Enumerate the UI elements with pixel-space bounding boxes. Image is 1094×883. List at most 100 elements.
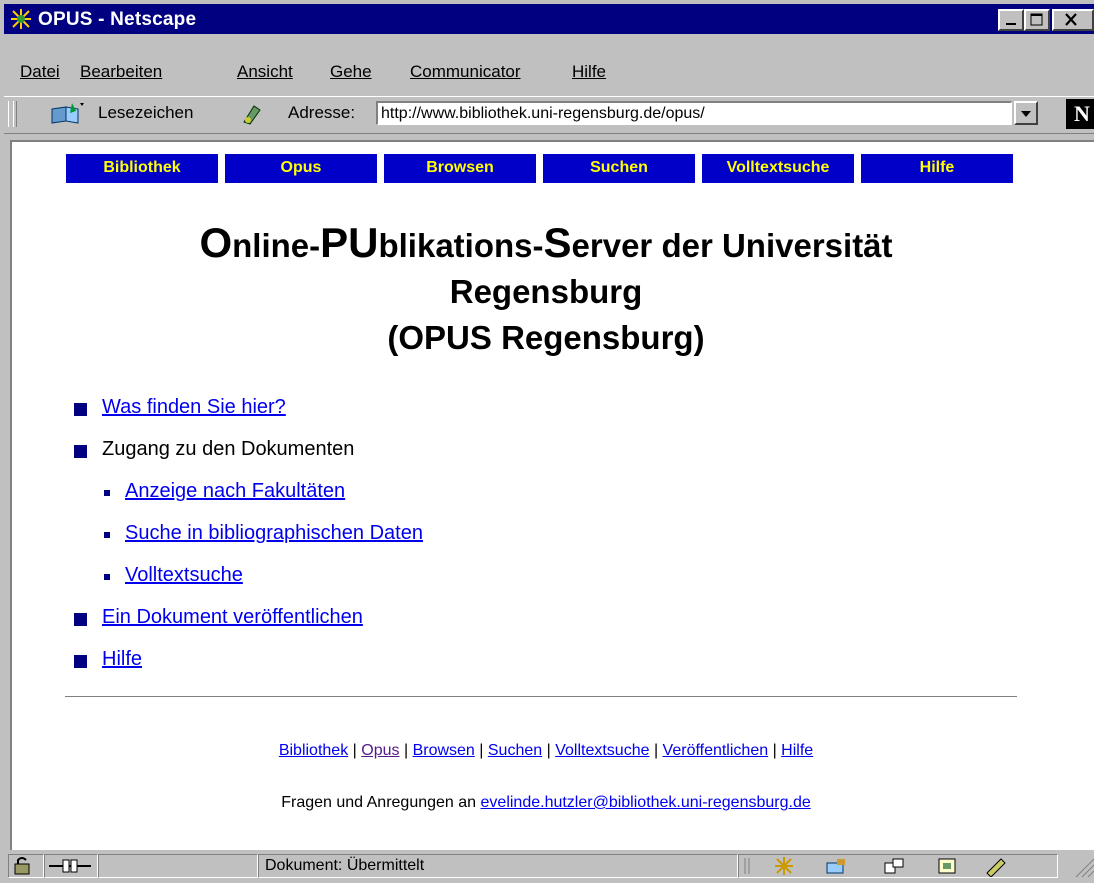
bullet-icon	[74, 445, 87, 458]
url-dropdown-button[interactable]	[1014, 101, 1038, 125]
browser-window: OPUS - Netscape Datei Bearbeiten Ansicht…	[0, 0, 1094, 881]
address-book-icon[interactable]	[938, 858, 956, 874]
list-item: Anzeige nach Fakultäten	[125, 480, 345, 503]
footer-link-opus[interactable]: Opus	[361, 742, 399, 759]
title-bar[interactable]: OPUS - Netscape	[4, 4, 1094, 34]
link-suche-bibliographisch[interactable]: Suche in bibliographischen Daten	[125, 522, 423, 544]
page-title: Online-PUblikations-Server der Universit…	[12, 220, 1080, 361]
menu-datei[interactable]: Datei	[20, 62, 60, 82]
nav-button-hilfe[interactable]: Hilfe	[861, 154, 1013, 183]
menu-label: Communicator	[410, 62, 521, 81]
link-hilfe[interactable]: Hilfe	[102, 648, 142, 670]
netscape-logo[interactable]: N	[1066, 99, 1094, 129]
lock-icon	[14, 857, 30, 875]
list-item: Hilfe	[102, 648, 142, 671]
email-link[interactable]: evelinde.hutzler@bibliothek.uni-regensbu…	[481, 794, 811, 811]
link-was-finden[interactable]: Was finden Sie hier?	[102, 396, 286, 418]
separator: |	[479, 742, 484, 759]
title-part: nline-	[232, 227, 321, 264]
menu-gehe[interactable]: Gehe	[330, 62, 372, 82]
bullet-icon	[104, 532, 110, 538]
bullet-icon	[104, 574, 110, 580]
security-cell[interactable]	[8, 854, 44, 878]
menu-label: Gehe	[330, 62, 372, 81]
nav-button-browsen[interactable]: Browsen	[384, 154, 536, 183]
resize-grip[interactable]	[1060, 854, 1094, 878]
composer-icon[interactable]	[986, 858, 1006, 878]
menu-communicator[interactable]: Communicator	[410, 62, 521, 82]
close-button[interactable]	[1052, 9, 1094, 31]
toolbar-grip[interactable]	[13, 101, 17, 127]
nav-button-volltextsuche[interactable]: Volltextsuche	[702, 154, 854, 183]
netscape-icon	[10, 8, 32, 30]
menu-label: Datei	[20, 62, 60, 81]
footer-link-volltextsuche[interactable]: Volltextsuche	[555, 742, 649, 759]
separator: |	[653, 742, 659, 759]
link-dokument-veroeffentlichen[interactable]: Ein Dokument veröffentlichen	[102, 606, 363, 628]
minimize-button[interactable]	[998, 9, 1024, 31]
chevron-down-icon	[1021, 111, 1031, 117]
separator: |	[403, 742, 409, 759]
divider	[65, 696, 1017, 698]
link-volltextsuche[interactable]: Volltextsuche	[125, 564, 243, 586]
title-line-2: Regensburg	[449, 273, 643, 310]
bullet-icon	[74, 655, 87, 668]
component-bar	[738, 854, 1058, 878]
list-item: Suche in bibliographischen Daten	[125, 522, 423, 545]
footer-link-bibliothek[interactable]: Bibliothek	[279, 742, 348, 759]
status-text: Dokument: Übermittelt	[258, 854, 738, 878]
menu-label: Bearbeiten	[80, 62, 163, 81]
title-part: erver der Universität	[571, 227, 893, 264]
maximize-icon	[1030, 13, 1043, 26]
window-title: OPUS - Netscape	[38, 9, 197, 30]
link-anzeige-fakultaeten[interactable]: Anzeige nach Fakultäten	[125, 480, 345, 502]
maximize-button[interactable]	[1024, 9, 1050, 31]
page-proxy-icon[interactable]	[240, 102, 264, 126]
menu-label: Ansicht	[237, 62, 293, 81]
bullet-icon	[104, 490, 110, 496]
url-input[interactable]: http://www.bibliothek.uni-regensburg.de/…	[376, 101, 1012, 125]
nav-button-opus[interactable]: Opus	[225, 154, 377, 183]
title-initial: O	[199, 219, 233, 266]
bullet-icon	[74, 403, 87, 416]
list-item: Zugang zu den Dokumenten	[102, 438, 355, 460]
title-line-1: Online-PUblikations-Server der Universit…	[12, 220, 1080, 269]
bullet-icon	[74, 613, 87, 626]
resize-grip-icon	[1075, 858, 1094, 878]
minimize-icon	[1006, 23, 1016, 25]
separator: |	[772, 742, 777, 759]
component-icons	[744, 857, 1006, 878]
title-part: blikations-	[378, 227, 544, 264]
footer-link-suchen[interactable]: Suchen	[488, 742, 542, 759]
nav-button-suchen[interactable]: Suchen	[543, 154, 695, 183]
newsgroup-icon[interactable]	[884, 858, 904, 874]
footer-contact: Fragen und Anregungen an evelinde.hutzle…	[12, 794, 1080, 812]
contact-prefix: Fragen und Anregungen an	[281, 794, 477, 811]
menu-hilfe[interactable]: Hilfe	[572, 62, 606, 82]
menu-label: Hilfe	[572, 62, 607, 81]
footer-link-browsen[interactable]: Browsen	[413, 742, 475, 759]
menu-ansicht[interactable]: Ansicht	[237, 62, 293, 82]
bookmarks-icon[interactable]	[50, 101, 88, 125]
mail-icon[interactable]	[826, 859, 845, 874]
navigator-icon[interactable]	[775, 857, 793, 875]
menu-bearbeiten[interactable]: Bearbeiten	[80, 62, 162, 82]
separator: |	[352, 742, 357, 759]
footer-links: Bibliothek | Opus | Browsen | Suchen | V…	[12, 742, 1080, 760]
list-item: Ein Dokument veröffentlichen	[102, 606, 363, 629]
title-initial: PU	[320, 219, 379, 266]
connection-cell	[44, 854, 98, 878]
title-line-3: (OPUS Regensburg)	[387, 319, 705, 356]
address-label: Adresse:	[288, 103, 356, 122]
menu-bar: Datei Bearbeiten Ansicht Gehe Communicat…	[4, 60, 1094, 90]
list-item: Was finden Sie hier?	[102, 396, 286, 419]
footer-link-veroeffentlichen[interactable]: Veröffentlichen	[663, 742, 769, 759]
progress-cell	[98, 854, 258, 878]
nav-button-bibliothek[interactable]: Bibliothek	[66, 154, 218, 183]
page-content: Bibliothek Opus Browsen Suchen Volltexts…	[10, 140, 1094, 850]
close-icon	[1065, 13, 1077, 26]
bookmarks-label[interactable]: Lesezeichen	[98, 103, 193, 123]
status-bar: Dokument: Übermittelt	[4, 852, 1094, 881]
list-item: Volltextsuche	[125, 564, 243, 587]
footer-link-hilfe[interactable]: Hilfe	[781, 742, 813, 759]
